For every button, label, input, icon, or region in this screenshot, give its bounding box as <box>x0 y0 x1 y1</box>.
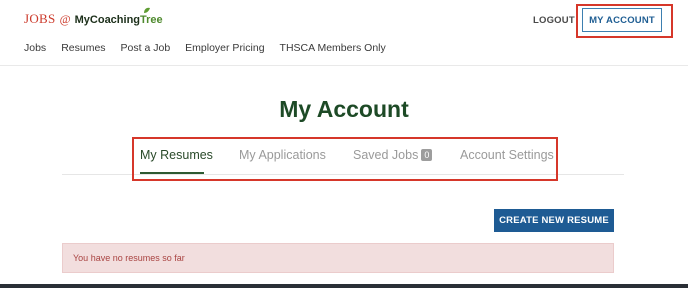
window-bottom-bar <box>0 284 688 288</box>
nav-employer-pricing[interactable]: Employer Pricing <box>185 42 264 54</box>
nav-jobs[interactable]: Jobs <box>24 42 46 54</box>
logo-brand-text: MyCoaching <box>74 14 141 26</box>
nav-post-a-job[interactable]: Post a Job <box>121 42 171 54</box>
nav-thsca-members-only[interactable]: THSCA Members Only <box>280 42 386 54</box>
page-title: My Account <box>279 96 409 122</box>
empty-resumes-alert: You have no resumes so far <box>62 243 614 273</box>
logo-jobs-text: JOBS <box>24 11 56 26</box>
logo-at-text: @ <box>59 12 71 26</box>
highlight-box-account <box>576 4 673 38</box>
create-new-resume-button[interactable]: CREATE NEW RESUME <box>494 209 614 232</box>
logo-tree-text: Tree <box>140 14 163 26</box>
site-header: JOBS @ MyCoaching Tree Jobs Resumes Post… <box>0 0 688 66</box>
site-logo[interactable]: JOBS @ MyCoaching Tree <box>24 7 163 27</box>
empty-resumes-message: You have no resumes so far <box>73 253 185 263</box>
main-nav: Jobs Resumes Post a Job Employer Pricing… <box>24 42 401 54</box>
nav-resumes[interactable]: Resumes <box>61 42 105 54</box>
highlight-box-tabs <box>132 137 558 181</box>
leaf-icon <box>144 7 151 13</box>
logo-tree-wrap: Tree <box>140 7 163 26</box>
logout-link[interactable]: LOGOUT <box>533 15 575 26</box>
